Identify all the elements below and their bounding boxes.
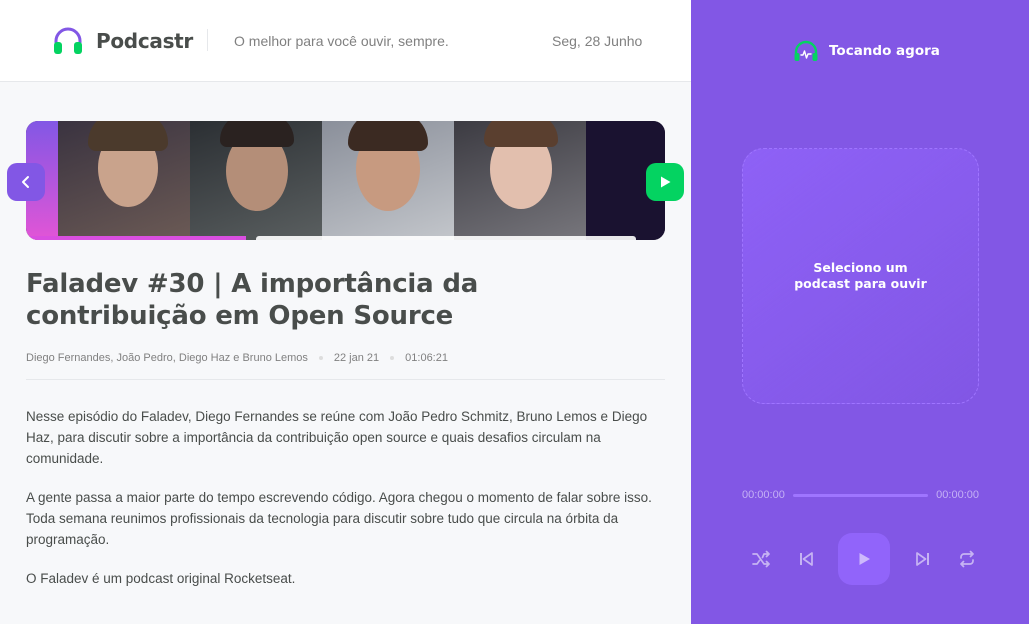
- header-tagline: O melhor para você ouvir, sempre.: [234, 33, 449, 49]
- progress-bar: 00:00:00 00:00:00: [742, 489, 979, 501]
- meta-separator: [318, 356, 323, 360]
- play-button[interactable]: [838, 533, 890, 585]
- description-paragraph: Nesse episódio do Faladev, Diego Fernand…: [26, 409, 648, 466]
- player-controls: [749, 533, 979, 585]
- playing-now-icon: [794, 40, 818, 61]
- description-paragraph: O Faladev é um podcast original Rocketse…: [26, 571, 296, 586]
- shuffle-icon: [752, 550, 770, 568]
- header-divider: [207, 29, 208, 51]
- headphones-icon: [54, 27, 82, 54]
- current-time: 00:00:00: [742, 489, 785, 501]
- episode-published-at: 22 jan 21: [333, 352, 380, 364]
- chevron-left-icon: [22, 176, 29, 188]
- episode-members: Diego Fernandes, João Pedro, Diego Haz e…: [26, 352, 308, 364]
- meta-separator: [390, 356, 395, 360]
- episode-thumbnail: [26, 121, 665, 240]
- repeat-icon: [960, 550, 974, 568]
- episode-description: Nesse episódio do Faladev, Diego Fernand…: [26, 406, 666, 607]
- next-icon: [915, 552, 929, 566]
- shuffle-button[interactable]: [749, 547, 773, 571]
- progress-track[interactable]: [792, 493, 929, 497]
- app-header: Podcastr O melhor para você ouvir, sempr…: [0, 0, 691, 82]
- episode-duration: 01:06:21: [405, 352, 448, 364]
- back-button[interactable]: [7, 163, 45, 201]
- player-header: Tocando agora: [793, 40, 940, 62]
- player-panel: Tocando agora Seleciono um podcast para …: [691, 0, 1029, 624]
- play-icon: [661, 176, 671, 188]
- play-icon: [859, 553, 870, 565]
- description-paragraph: A gente passa a maior parte do tempo esc…: [26, 490, 652, 547]
- play-episode-button[interactable]: [646, 163, 684, 201]
- total-time: 00:00:00: [936, 489, 979, 501]
- header-date: Seg, 28 Junho: [552, 33, 643, 49]
- divider: [26, 379, 665, 380]
- empty-player: Seleciono um podcast para ouvir: [742, 148, 979, 404]
- empty-player-message: Seleciono um podcast para ouvir: [794, 260, 927, 291]
- previous-icon: [799, 552, 813, 566]
- repeat-button[interactable]: [955, 547, 979, 571]
- app-logo-text: Podcastr: [96, 29, 193, 53]
- next-button[interactable]: [911, 547, 935, 571]
- episode-title: Faladev #30 | A importância da contribui…: [26, 269, 479, 331]
- episode-meta: Diego Fernandes, João Pedro, Diego Haz e…: [26, 352, 448, 364]
- player-header-title: Tocando agora: [829, 43, 940, 59]
- previous-button[interactable]: [794, 547, 818, 571]
